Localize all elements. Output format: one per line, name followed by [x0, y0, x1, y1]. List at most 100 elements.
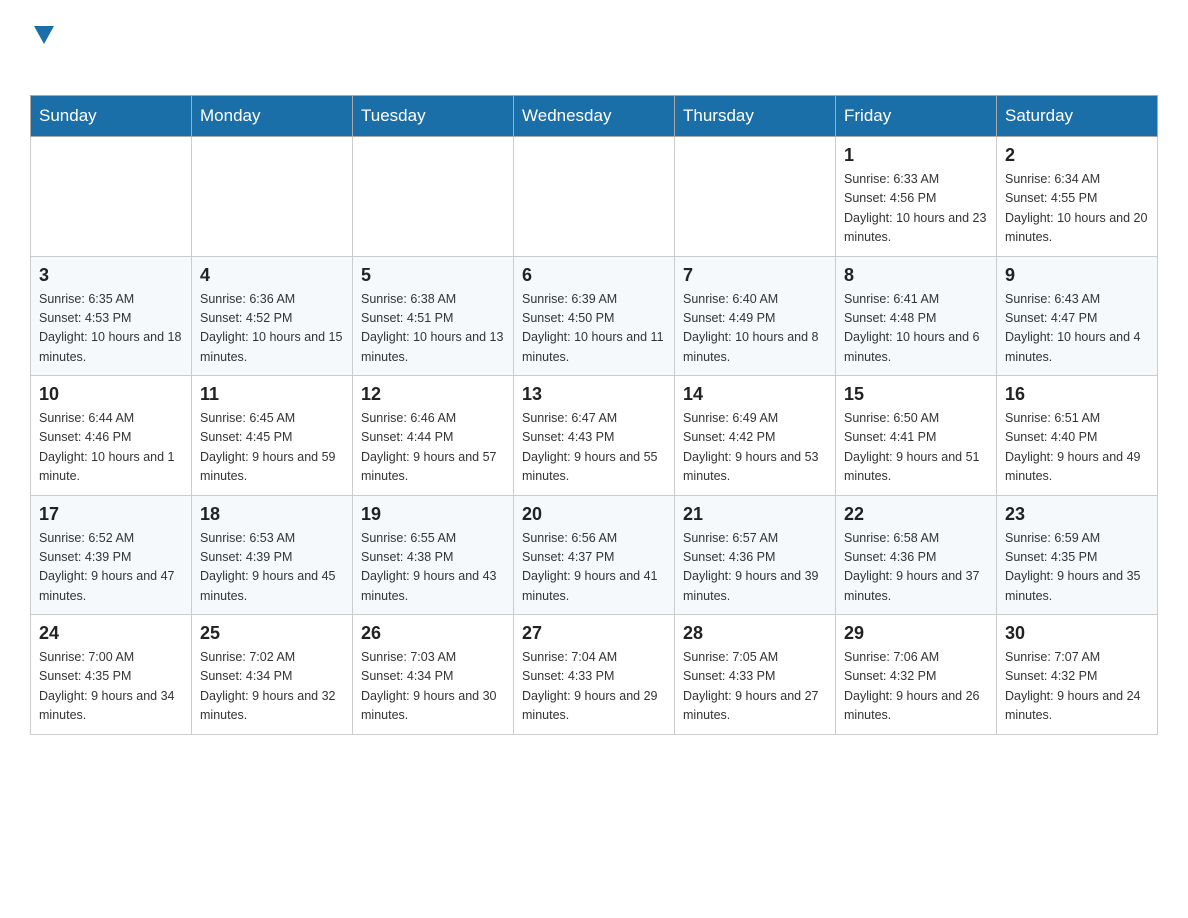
- day-info: Sunrise: 6:33 AM Sunset: 4:56 PM Dayligh…: [844, 170, 988, 248]
- day-number: 13: [522, 384, 666, 405]
- day-info: Sunrise: 6:44 AM Sunset: 4:46 PM Dayligh…: [39, 409, 183, 487]
- calendar-cell: 2 Sunrise: 6:34 AM Sunset: 4:55 PM Daylig…: [997, 137, 1158, 257]
- day-info: Sunrise: 6:45 AM Sunset: 4:45 PM Dayligh…: [200, 409, 344, 487]
- calendar-cell: 10 Sunrise: 6:44 AM Sunset: 4:46 PM Dayli…: [31, 376, 192, 496]
- day-number: 12: [361, 384, 505, 405]
- day-info: Sunrise: 6:52 AM Sunset: 4:39 PM Dayligh…: [39, 529, 183, 607]
- day-number: 11: [200, 384, 344, 405]
- calendar-cell: 11 Sunrise: 6:45 AM Sunset: 4:45 PM Dayli…: [192, 376, 353, 496]
- day-number: 5: [361, 265, 505, 286]
- day-info: Sunrise: 6:34 AM Sunset: 4:55 PM Dayligh…: [1005, 170, 1149, 248]
- day-info: Sunrise: 7:07 AM Sunset: 4:32 PM Dayligh…: [1005, 648, 1149, 726]
- calendar-cell: 23 Sunrise: 6:59 AM Sunset: 4:35 PM Dayli…: [997, 495, 1158, 615]
- day-info: Sunrise: 6:41 AM Sunset: 4:48 PM Dayligh…: [844, 290, 988, 368]
- calendar-cell: 14Sunrise: 6:49 AM Sunset: 4:42 PM Dayli…: [675, 376, 836, 496]
- day-info: Sunrise: 6:47 AM Sunset: 4:43 PM Dayligh…: [522, 409, 666, 487]
- calendar-cell: 26Sunrise: 7:03 AM Sunset: 4:34 PM Dayli…: [353, 615, 514, 735]
- calendar-cell: 22 Sunrise: 6:58 AM Sunset: 4:36 PM Dayli…: [836, 495, 997, 615]
- day-info: Sunrise: 6:36 AM Sunset: 4:52 PM Dayligh…: [200, 290, 344, 368]
- day-number: 29: [844, 623, 988, 644]
- calendar-cell: 17Sunrise: 6:52 AM Sunset: 4:39 PM Dayli…: [31, 495, 192, 615]
- day-number: 9: [1005, 265, 1149, 286]
- day-info: Sunrise: 6:59 AM Sunset: 4:35 PM Dayligh…: [1005, 529, 1149, 607]
- day-number: 22: [844, 504, 988, 525]
- day-number: 24: [39, 623, 183, 644]
- weekday-header-row: SundayMondayTuesdayWednesdayThursdayFrid…: [31, 96, 1158, 137]
- day-number: 2: [1005, 145, 1149, 166]
- day-number: 28: [683, 623, 827, 644]
- logo-arrow-icon: [34, 26, 54, 49]
- day-number: 16: [1005, 384, 1149, 405]
- weekday-header-thursday: Thursday: [675, 96, 836, 137]
- day-info: Sunrise: 7:06 AM Sunset: 4:32 PM Dayligh…: [844, 648, 988, 726]
- day-number: 27: [522, 623, 666, 644]
- day-number: 21: [683, 504, 827, 525]
- day-number: 1: [844, 145, 988, 166]
- week-row-5: 24 Sunrise: 7:00 AM Sunset: 4:35 PM Dayli…: [31, 615, 1158, 735]
- calendar-cell: 25 Sunrise: 7:02 AM Sunset: 4:34 PM Dayli…: [192, 615, 353, 735]
- calendar-cell: 15 Sunrise: 6:50 AM Sunset: 4:41 PM Dayli…: [836, 376, 997, 496]
- day-info: Sunrise: 7:03 AM Sunset: 4:34 PM Dayligh…: [361, 648, 505, 726]
- calendar-cell: 19 Sunrise: 6:55 AM Sunset: 4:38 PM Dayli…: [353, 495, 514, 615]
- day-info: Sunrise: 6:51 AM Sunset: 4:40 PM Dayligh…: [1005, 409, 1149, 487]
- day-info: Sunrise: 6:55 AM Sunset: 4:38 PM Dayligh…: [361, 529, 505, 607]
- calendar-cell: 7 Sunrise: 6:40 AM Sunset: 4:49 PM Daylig…: [675, 256, 836, 376]
- calendar-cell: 9 Sunrise: 6:43 AM Sunset: 4:47 PM Daylig…: [997, 256, 1158, 376]
- calendar-cell: 21 Sunrise: 6:57 AM Sunset: 4:36 PM Dayli…: [675, 495, 836, 615]
- day-number: 10: [39, 384, 183, 405]
- weekday-header-wednesday: Wednesday: [514, 96, 675, 137]
- day-number: 6: [522, 265, 666, 286]
- day-info: Sunrise: 6:43 AM Sunset: 4:47 PM Dayligh…: [1005, 290, 1149, 368]
- weekday-header-sunday: Sunday: [31, 96, 192, 137]
- calendar-cell: 29 Sunrise: 7:06 AM Sunset: 4:32 PM Dayli…: [836, 615, 997, 735]
- week-row-3: 10 Sunrise: 6:44 AM Sunset: 4:46 PM Dayli…: [31, 376, 1158, 496]
- day-number: 23: [1005, 504, 1149, 525]
- weekday-header-friday: Friday: [836, 96, 997, 137]
- day-info: Sunrise: 6:46 AM Sunset: 4:44 PM Dayligh…: [361, 409, 505, 487]
- calendar-cell: 1 Sunrise: 6:33 AM Sunset: 4:56 PM Daylig…: [836, 137, 997, 257]
- calendar-cell: 24 Sunrise: 7:00 AM Sunset: 4:35 PM Dayli…: [31, 615, 192, 735]
- calendar-cell: [514, 137, 675, 257]
- calendar-cell: [675, 137, 836, 257]
- calendar-cell: 13 Sunrise: 6:47 AM Sunset: 4:43 PM Dayli…: [514, 376, 675, 496]
- day-info: Sunrise: 6:40 AM Sunset: 4:49 PM Dayligh…: [683, 290, 827, 368]
- day-info: Sunrise: 6:53 AM Sunset: 4:39 PM Dayligh…: [200, 529, 344, 607]
- day-info: Sunrise: 6:56 AM Sunset: 4:37 PM Dayligh…: [522, 529, 666, 607]
- day-number: 15: [844, 384, 988, 405]
- calendar-cell: 12 Sunrise: 6:46 AM Sunset: 4:44 PM Dayli…: [353, 376, 514, 496]
- calendar-cell: [353, 137, 514, 257]
- day-info: Sunrise: 6:58 AM Sunset: 4:36 PM Dayligh…: [844, 529, 988, 607]
- day-number: 14: [683, 384, 827, 405]
- day-info: Sunrise: 7:02 AM Sunset: 4:34 PM Dayligh…: [200, 648, 344, 726]
- calendar-cell: [192, 137, 353, 257]
- page-header: [30, 20, 1158, 75]
- day-info: Sunrise: 7:00 AM Sunset: 4:35 PM Dayligh…: [39, 648, 183, 726]
- weekday-header-monday: Monday: [192, 96, 353, 137]
- logo: [30, 20, 54, 75]
- calendar-cell: 4 Sunrise: 6:36 AM Sunset: 4:52 PM Daylig…: [192, 256, 353, 376]
- calendar-cell: [31, 137, 192, 257]
- day-number: 18: [200, 504, 344, 525]
- day-number: 19: [361, 504, 505, 525]
- calendar-cell: 28 Sunrise: 7:05 AM Sunset: 4:33 PM Dayli…: [675, 615, 836, 735]
- day-info: Sunrise: 6:57 AM Sunset: 4:36 PM Dayligh…: [683, 529, 827, 607]
- weekday-header-saturday: Saturday: [997, 96, 1158, 137]
- day-number: 7: [683, 265, 827, 286]
- day-info: Sunrise: 6:35 AM Sunset: 4:53 PM Dayligh…: [39, 290, 183, 368]
- calendar-cell: 6 Sunrise: 6:39 AM Sunset: 4:50 PM Daylig…: [514, 256, 675, 376]
- calendar-cell: 20Sunrise: 6:56 AM Sunset: 4:37 PM Dayli…: [514, 495, 675, 615]
- calendar-cell: 30Sunrise: 7:07 AM Sunset: 4:32 PM Dayli…: [997, 615, 1158, 735]
- day-number: 25: [200, 623, 344, 644]
- calendar-cell: 16 Sunrise: 6:51 AM Sunset: 4:40 PM Dayli…: [997, 376, 1158, 496]
- day-info: Sunrise: 7:05 AM Sunset: 4:33 PM Dayligh…: [683, 648, 827, 726]
- day-number: 4: [200, 265, 344, 286]
- calendar-cell: 3 Sunrise: 6:35 AM Sunset: 4:53 PM Daylig…: [31, 256, 192, 376]
- calendar-cell: 27Sunrise: 7:04 AM Sunset: 4:33 PM Dayli…: [514, 615, 675, 735]
- day-number: 3: [39, 265, 183, 286]
- day-info: Sunrise: 6:39 AM Sunset: 4:50 PM Dayligh…: [522, 290, 666, 368]
- calendar-cell: 8 Sunrise: 6:41 AM Sunset: 4:48 PM Daylig…: [836, 256, 997, 376]
- day-number: 8: [844, 265, 988, 286]
- weekday-header-tuesday: Tuesday: [353, 96, 514, 137]
- day-info: Sunrise: 6:38 AM Sunset: 4:51 PM Dayligh…: [361, 290, 505, 368]
- day-info: Sunrise: 6:50 AM Sunset: 4:41 PM Dayligh…: [844, 409, 988, 487]
